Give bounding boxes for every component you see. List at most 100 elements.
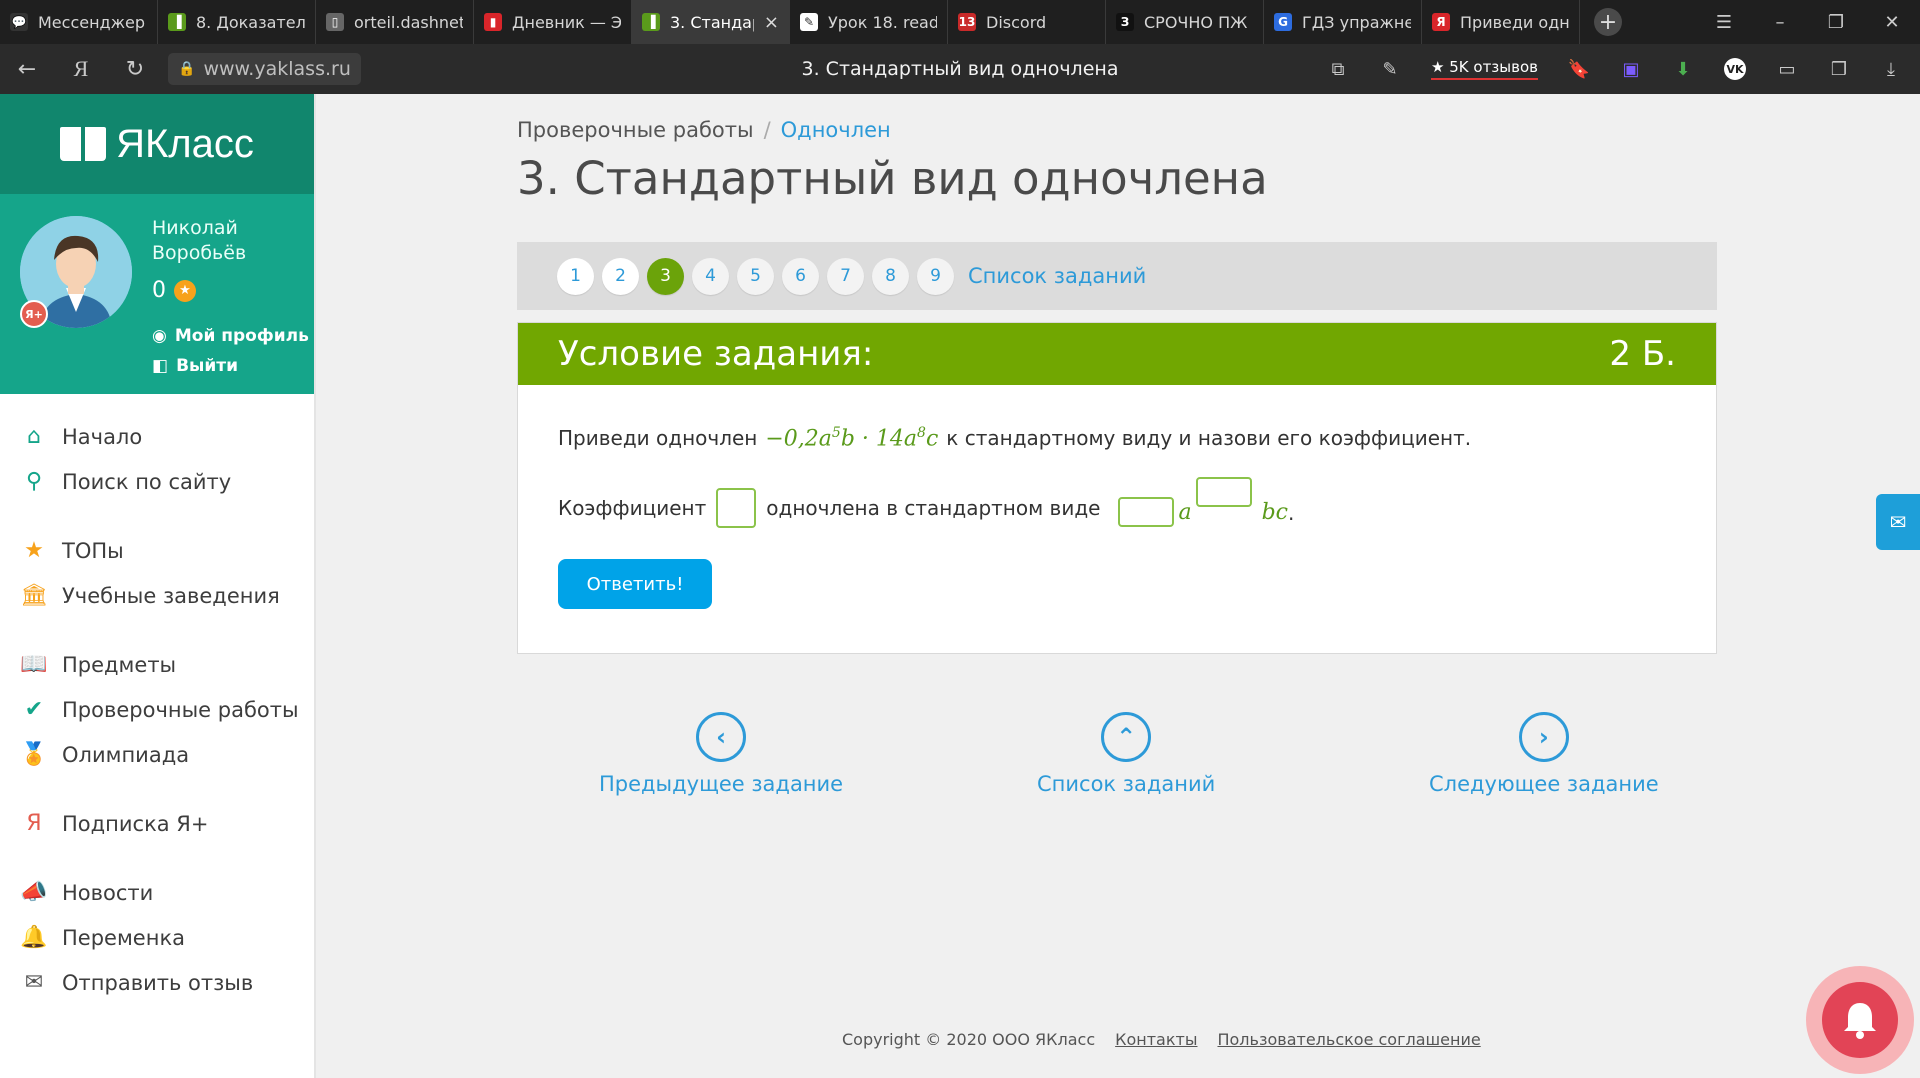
download-arrow-icon[interactable]: ⬇ <box>1672 58 1694 80</box>
browser-tab[interactable]: ▐ 8. Доказатель <box>158 0 316 44</box>
sidebar-item-label: ТОПы <box>62 538 124 563</box>
menu-spacer <box>0 504 314 528</box>
task-list-link[interactable]: Список заданий <box>968 264 1146 288</box>
breadcrumb-item[interactable]: Одночлен <box>781 118 891 142</box>
minimize-icon[interactable]: – <box>1752 12 1808 33</box>
task-number-button[interactable]: 7 <box>827 257 864 295</box>
sidebar-item[interactable]: ⌂ Начало <box>0 414 314 459</box>
sidebar-item[interactable]: 🔔 Переменка <box>0 915 314 960</box>
logout-label: Выйти <box>176 356 239 376</box>
sidebar-item[interactable]: ✔ Проверочные работы <box>0 687 314 732</box>
sidebar-item-label: Учебные заведения <box>62 583 280 608</box>
sidebar-item[interactable]: 🏛 Учебные заведения <box>0 573 314 618</box>
task-question: Приведи одночлен −0,2a5b · 14a8c к станд… <box>558 423 1676 453</box>
browser-tab[interactable]: 💬 Мессенджер <box>0 0 158 44</box>
vk-icon[interactable]: VK <box>1724 58 1746 80</box>
reload-icon[interactable]: ↻ <box>108 57 162 82</box>
browser-tab[interactable]: ▯ orteil.dashnet <box>316 0 474 44</box>
home-icon: ⌂ <box>27 424 41 449</box>
sidebar-item[interactable]: ✉ Отправить отзыв <box>0 960 314 1005</box>
reviews-badge[interactable]: ★ 5K отзывов <box>1431 58 1538 80</box>
brush-icon[interactable]: ✎ <box>1379 58 1401 80</box>
downloads-icon[interactable]: ⤓ <box>1880 58 1902 80</box>
sidebar-item[interactable]: ★ ТОПы <box>0 528 314 573</box>
next-task-button[interactable]: › Следующее задание <box>1429 712 1659 796</box>
task-number-button[interactable]: 3 <box>647 257 684 295</box>
browser-tab[interactable]: ▮ Дневник — Э <box>474 0 632 44</box>
new-tab-button[interactable]: + <box>1594 8 1622 36</box>
collections-icon[interactable]: ❒ <box>1828 58 1850 80</box>
browser-tab[interactable]: ✎ Урок 18. readi <box>790 0 948 44</box>
standard-form-label: одночлена в стандартном виде <box>766 496 1101 520</box>
task-list-button[interactable]: ⌃ Список заданий <box>1037 712 1215 796</box>
tab-favicon-icon: G <box>1274 13 1292 31</box>
sidebar: ЯКласс Я+ Николай Воробьёв 0 ★ ◉ Мой про… <box>0 94 316 1078</box>
browser-tab[interactable]: 13 Discord <box>948 0 1106 44</box>
megaphone-icon: 📣 <box>20 880 48 905</box>
sidebar-menu: ⌂ Начало ⚲ Поиск по сайту ★ ТОПы 🏛 Учебные заве… <box>0 394 314 1005</box>
task-number-button[interactable]: 5 <box>737 257 774 295</box>
close-icon[interactable]: ✕ <box>1864 12 1920 33</box>
coefficient-input[interactable] <box>716 488 757 528</box>
tab-favicon-icon: ▯ <box>326 13 344 31</box>
agreement-link[interactable]: Пользовательское соглашение <box>1217 1030 1480 1049</box>
back-icon[interactable]: ← <box>0 57 54 82</box>
task-number-button[interactable]: 9 <box>917 257 954 295</box>
battery-icon[interactable]: ▭ <box>1776 58 1798 80</box>
sidebar-item-label: Олимпиада <box>62 742 190 767</box>
task-navigation: ‹ Предыдущее задание ⌃ Список заданий › … <box>517 712 1717 802</box>
previous-task-button[interactable]: ‹ Предыдущее задание <box>599 712 843 796</box>
tabs-icon[interactable]: ⧉ <box>1327 58 1349 80</box>
tab-favicon-icon: Я <box>1432 13 1450 31</box>
menu-spacer <box>0 777 314 801</box>
browser-tab[interactable]: Я Приведи одн <box>1422 0 1580 44</box>
sidebar-item-label: Предметы <box>62 652 177 677</box>
previous-task-label: Предыдущее задание <box>599 772 844 796</box>
tab-favicon-icon: ▐ <box>168 13 186 31</box>
logout-icon: ◧ <box>152 356 169 376</box>
task-number-button[interactable]: 8 <box>872 257 909 295</box>
submit-answer-button[interactable]: Ответить! <box>558 559 712 609</box>
task-number-button[interactable]: 6 <box>782 257 819 295</box>
exponent-input[interactable] <box>1195 477 1252 507</box>
sidebar-item[interactable]: 📖 Предметы <box>0 642 314 687</box>
sidebar-item[interactable]: 🏅 Олимпиада <box>0 732 314 777</box>
task-number-button[interactable]: 1 <box>557 257 594 295</box>
logout-link[interactable]: ◧ Выйти <box>152 356 238 376</box>
task-number-button[interactable]: 2 <box>602 257 639 295</box>
chevron-left-icon: ‹ <box>696 712 747 762</box>
menu-icon[interactable]: ☰ <box>1696 12 1752 33</box>
breadcrumb-item[interactable]: Проверочные работы <box>517 118 754 142</box>
logo[interactable]: ЯКласс <box>0 94 314 194</box>
school-icon: 🏛 <box>20 583 48 608</box>
answer-row: Коэффициент одночлена в стандартном виде… <box>558 477 1676 531</box>
extension-icon[interactable]: ▣ <box>1620 58 1642 80</box>
sidebar-item-label: Проверочные работы <box>62 697 299 722</box>
notification-bell-button[interactable] <box>1806 966 1914 1074</box>
sidebar-item[interactable]: Я Подписка Я+ <box>0 801 314 846</box>
breadcrumb: Проверочные работы / Одночлен <box>517 118 891 142</box>
task-number-button[interactable]: 4 <box>692 257 729 295</box>
tab-favicon-icon: ▐ <box>642 13 660 31</box>
browser-tab[interactable]: G ГДЗ упражне <box>1264 0 1422 44</box>
restore-icon[interactable]: ❐ <box>1808 12 1864 33</box>
url-field[interactable]: 🔒 www.yaklass.ru <box>168 53 361 85</box>
sidebar-item-label: Начало <box>62 424 143 449</box>
my-profile-link[interactable]: ◉ Мой профиль <box>152 326 309 346</box>
contacts-link[interactable]: Контакты <box>1115 1030 1197 1049</box>
bookmark-icon[interactable]: 🔖 <box>1568 58 1590 80</box>
feedback-mail-icon[interactable]: ✉ <box>1876 494 1920 550</box>
tab-favicon-icon: З <box>1116 13 1134 31</box>
tab-favicon-icon: 13 <box>958 13 976 31</box>
browser-tab[interactable]: З СРОЧНО ПЖ <box>1106 0 1264 44</box>
browser-tab[interactable]: ▐ 3. Стандарт × <box>632 0 790 44</box>
tab-close-icon[interactable]: × <box>764 12 779 33</box>
standard-form-coefficient-input[interactable] <box>1118 497 1175 527</box>
book-logo-icon <box>60 127 107 161</box>
yandex-icon[interactable]: Я <box>54 56 108 82</box>
star-icon: ★ <box>24 538 44 563</box>
sidebar-item[interactable]: ⚲ Поиск по сайту <box>0 459 314 504</box>
user-first-name: Николай <box>152 217 238 239</box>
lock-icon: 🔒 <box>178 61 196 77</box>
sidebar-item[interactable]: 📣 Новости <box>0 870 314 915</box>
